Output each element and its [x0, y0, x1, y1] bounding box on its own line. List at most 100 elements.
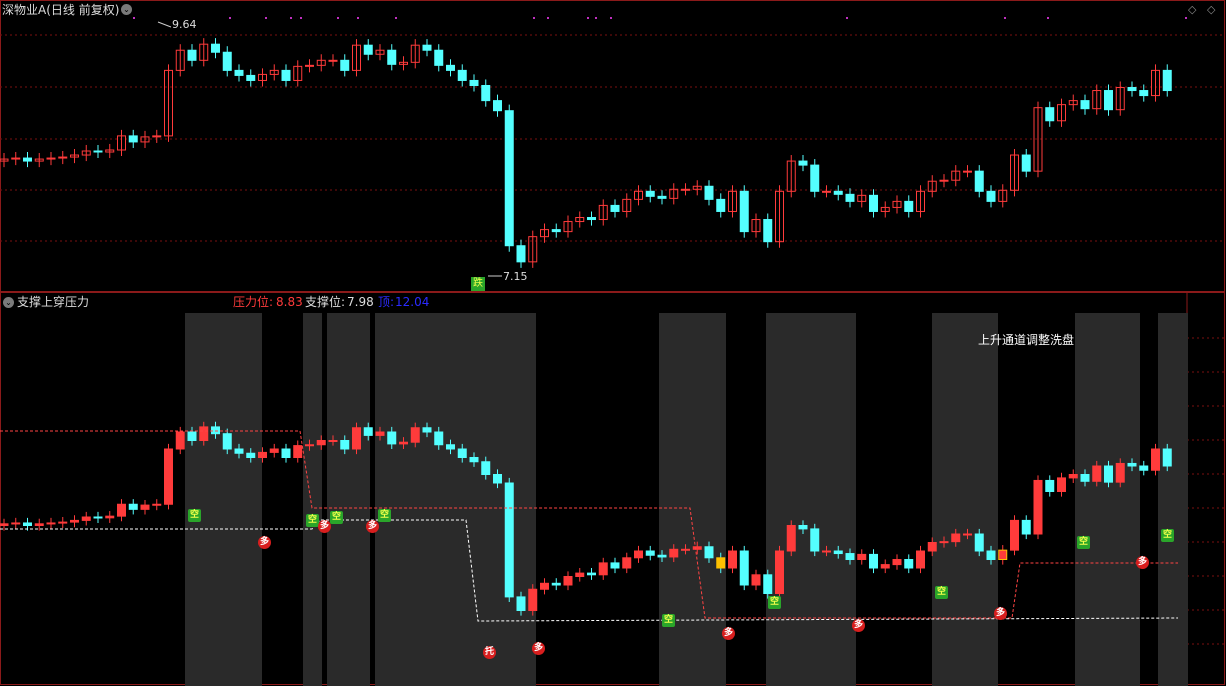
candle-body: [1092, 465, 1102, 482]
candle-body: [128, 503, 138, 510]
indicator-title: 支撑上穿压力: [17, 295, 90, 309]
candle-body: [93, 150, 103, 153]
candle-body: [974, 533, 984, 552]
candle-body: [23, 157, 32, 162]
candle-body: [1080, 100, 1090, 110]
candle-body: [469, 457, 479, 463]
candle-body: [246, 74, 256, 81]
candle-body: [375, 431, 385, 436]
candle-body: [939, 541, 949, 544]
support-value: 7.98: [347, 295, 374, 309]
candle-body: [128, 135, 138, 143]
candle-body: [457, 69, 467, 81]
candle-body: [904, 559, 914, 569]
candle-body: [998, 549, 1008, 561]
signal-kong: 空: [662, 614, 675, 627]
candle-body: [869, 553, 878, 569]
candle-body: [1115, 462, 1125, 483]
candle-body: [622, 557, 632, 569]
shaded-region: [303, 313, 322, 686]
candle-body: [70, 519, 79, 523]
candle-body: [58, 521, 68, 524]
candle-body: [211, 43, 220, 53]
candle-body: [175, 431, 185, 450]
candle-body: [410, 427, 420, 443]
candle-body: [1127, 87, 1137, 92]
candle-body: [763, 219, 773, 243]
candle-body: [387, 49, 397, 65]
diamond-left-icon[interactable]: ◇: [1188, 3, 1196, 16]
signal-duo: 多: [1136, 556, 1149, 569]
candle-body: [46, 522, 56, 525]
candle-body: [164, 448, 173, 505]
high-arrow: [157, 21, 172, 28]
marker-dot: [1004, 17, 1006, 19]
candle-body: [810, 164, 820, 192]
pressure-label: 压力位:: [233, 295, 274, 309]
shaded-region: [766, 313, 856, 686]
signal-kong: 空: [330, 511, 343, 524]
candle-body: [1068, 474, 1078, 479]
candle-body: [422, 427, 432, 433]
collapse-icon[interactable]: ⌄: [121, 4, 132, 15]
candle-body: [1010, 519, 1019, 551]
candle-body: [610, 562, 620, 569]
marker-dot: [337, 17, 339, 19]
candle-body: [363, 427, 373, 436]
candle-body: [786, 525, 796, 552]
pressure-value: 8.83: [276, 295, 303, 309]
candle-body: [269, 448, 279, 453]
candle-body: [258, 451, 267, 458]
signal-duo: 多: [258, 536, 271, 549]
candle-body: [187, 431, 197, 441]
diamond-right-icon[interactable]: ◇: [1207, 3, 1215, 16]
candle-body: [11, 522, 21, 525]
candle-body: [775, 550, 784, 594]
candle-body: [422, 44, 432, 51]
candle-body: [222, 51, 232, 71]
candle-body: [105, 515, 115, 519]
indicator-collapse-icon[interactable]: ⌄: [3, 297, 14, 308]
candle-body: [927, 542, 937, 552]
candle-body: [340, 440, 350, 450]
candle-body: [1021, 154, 1031, 172]
candle-body: [481, 461, 491, 475]
candle-body: [305, 444, 314, 447]
candle-body: [211, 426, 220, 435]
candle-body: [1033, 479, 1043, 535]
candle-body: [681, 188, 690, 191]
candle-body: [798, 160, 808, 166]
candle-body: [434, 431, 444, 446]
shaded-region: [1158, 313, 1188, 686]
candle-body: [81, 516, 91, 521]
candle-body: [1104, 465, 1113, 483]
candle-body: [598, 562, 608, 576]
candle-body: [234, 448, 244, 454]
marker-dot: [547, 17, 549, 19]
candle-body: [657, 554, 667, 558]
marker-dot: [610, 17, 612, 19]
candle-body: [1057, 477, 1066, 492]
candle-body: [634, 550, 643, 559]
candle-body: [892, 559, 902, 566]
candle-body: [916, 550, 925, 569]
candle-body: [234, 69, 244, 76]
candle-body: [281, 448, 291, 458]
die-badge: 跌: [471, 277, 485, 291]
pressure-line: [0, 430, 1178, 619]
candle-body: [516, 245, 526, 263]
candle-body: [117, 503, 126, 517]
candle-body: [869, 194, 878, 212]
candle-body: [0, 523, 9, 526]
candle-body: [904, 200, 914, 212]
marker-dot: [357, 17, 359, 19]
shaded-region: [932, 313, 998, 686]
candle-body: [528, 588, 538, 611]
candle-body: [1021, 519, 1031, 535]
candle-body: [493, 474, 502, 484]
candle-body: [328, 59, 338, 62]
candle-body: [1045, 479, 1055, 493]
candle-body: [281, 69, 291, 81]
candle-body: [704, 546, 714, 559]
top-value: 12.04: [395, 295, 430, 309]
